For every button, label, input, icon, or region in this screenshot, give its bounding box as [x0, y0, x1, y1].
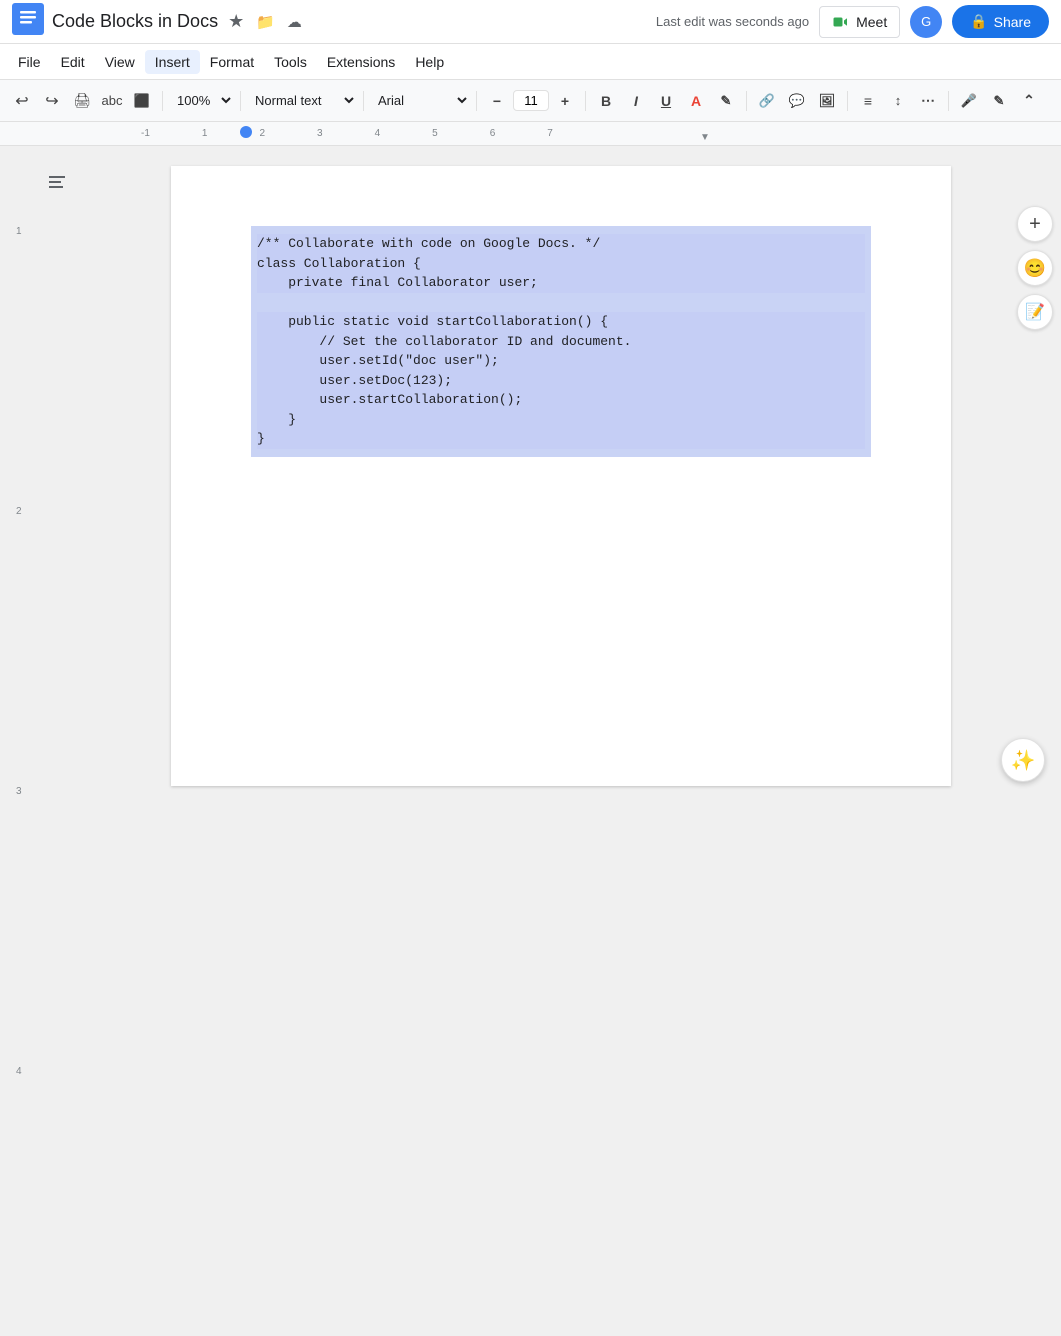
code-block[interactable]: /** Collaborate with code on Google Docs… [251, 226, 871, 457]
separator-8 [948, 91, 949, 111]
separator-7 [847, 91, 848, 111]
more-toolbar-button[interactable]: ⋯ [914, 87, 942, 115]
ruler-mark: 4 [375, 128, 381, 139]
decrease-font-button[interactable]: − [483, 87, 511, 115]
page-area[interactable]: 1 2 3 4 /** Collaborate with code on Goo… [113, 146, 1009, 798]
last-edit-text: Last edit was seconds ago [656, 14, 809, 29]
menu-insert[interactable]: Insert [145, 50, 200, 74]
feedback-action-button[interactable]: 📝 [1017, 294, 1053, 330]
expand-toolbar-button[interactable]: ⌃ [1015, 87, 1043, 115]
code-line-7: user.setId("doc user"); [257, 351, 865, 371]
align-button[interactable]: ≡ [854, 87, 882, 115]
increase-font-button[interactable]: + [551, 87, 579, 115]
highlight-color-button[interactable]: ✎ [712, 87, 740, 115]
text-style-select[interactable]: Normal text Title Subtitle Heading 1 [247, 90, 357, 111]
code-line-2: class Collaboration { [257, 254, 865, 274]
title-right-group: Last edit was seconds ago Meet G 🔒 Share [656, 5, 1049, 38]
folder-icon[interactable]: 📁 [256, 13, 275, 31]
redo-button[interactable]: ↪ [38, 87, 66, 115]
menu-view[interactable]: View [95, 50, 145, 74]
docs-app-icon [12, 3, 44, 40]
code-line-11: } [257, 429, 865, 449]
code-line-1: /** Collaborate with code on Google Docs… [257, 234, 865, 254]
star-icon[interactable]: ★ [228, 11, 244, 32]
document-outline-button[interactable] [41, 166, 73, 198]
title-bar: Code Blocks in Docs ★ 📁 ☁ Last edit was … [0, 0, 1061, 44]
ruler-mark: 3 [317, 128, 323, 139]
meet-button[interactable]: Meet [819, 6, 900, 38]
separator-4 [476, 91, 477, 111]
ruler: -1 1 2 3 4 5 6 7 ▼ [0, 122, 1061, 146]
share-button[interactable]: 🔒 Share [952, 5, 1049, 38]
separator-5 [585, 91, 586, 111]
underline-button[interactable]: U [652, 87, 680, 115]
assist-icon: ✨ [1011, 748, 1036, 773]
comment-button[interactable]: 💬 [783, 87, 811, 115]
voice-input-button[interactable]: 🎤 [955, 87, 983, 115]
link-button[interactable]: 🔗 [753, 87, 781, 115]
ruler-mark: 1 [202, 128, 208, 139]
code-line-4 [257, 293, 865, 313]
cloud-icon[interactable]: ☁ [287, 13, 302, 31]
separator-3 [363, 91, 364, 111]
italic-button[interactable]: I [622, 87, 650, 115]
separator-1 [162, 91, 163, 111]
avatar: G [910, 6, 942, 38]
main-area: 1 2 3 4 /** Collaborate with code on Goo… [0, 146, 1061, 798]
zoom-select[interactable]: 100% 75% 125% [169, 90, 234, 111]
bottom-right-area: ✨ [1001, 738, 1045, 782]
menu-extensions[interactable]: Extensions [317, 50, 405, 74]
share-lock-icon: 🔒 [970, 13, 987, 30]
font-size-group: − + [483, 87, 579, 115]
separator-2 [240, 91, 241, 111]
toolbar: ↩ ↪ 🖨 abc ⬛ 100% 75% 125% Normal text Ti… [0, 80, 1061, 122]
ruler-mark: 6 [490, 128, 496, 139]
menu-bar: File Edit View Insert Format Tools Exten… [0, 44, 1061, 80]
avatar-group: G [910, 6, 942, 38]
meet-label: Meet [856, 14, 887, 30]
emoji-icon: 😊 [1024, 258, 1046, 279]
menu-tools[interactable]: Tools [264, 50, 317, 74]
plus-icon: + [1029, 213, 1041, 236]
suggest-edit-button[interactable]: ✎ [985, 87, 1013, 115]
print-button[interactable]: 🖨 [68, 87, 96, 115]
ruler-triangle: ▼ [700, 132, 710, 143]
menu-format[interactable]: Format [200, 50, 264, 74]
ruler-mark: 2 [259, 128, 265, 139]
document-page: /** Collaborate with code on Google Docs… [171, 166, 951, 786]
share-label: Share [994, 14, 1031, 30]
code-line-10: } [257, 410, 865, 430]
code-line-6: // Set the collaborator ID and document. [257, 332, 865, 352]
menu-file[interactable]: File [8, 50, 51, 74]
code-line-8: user.setDoc(123); [257, 371, 865, 391]
spell-check-button[interactable]: abc [98, 87, 126, 115]
menu-help[interactable]: Help [405, 50, 454, 74]
ai-assist-button[interactable]: ✨ [1001, 738, 1045, 782]
bold-button[interactable]: B [592, 87, 620, 115]
tab-stop-indicator [240, 126, 252, 138]
separator-6 [746, 91, 747, 111]
feedback-icon: 📝 [1025, 302, 1045, 322]
code-line-3: private final Collaborator user; [257, 273, 865, 293]
code-line-5: public static void startCollaboration() … [257, 312, 865, 332]
text-color-button[interactable]: A [682, 87, 710, 115]
line-spacing-button[interactable]: ↕ [884, 87, 912, 115]
doc-title: Code Blocks in Docs [52, 11, 218, 32]
image-button[interactable]: 🖼 [813, 87, 841, 115]
menu-edit[interactable]: Edit [51, 50, 95, 74]
add-action-button[interactable]: + [1017, 206, 1053, 242]
right-sidebar: + 😊 📝 [1009, 146, 1061, 798]
undo-button[interactable]: ↩ [8, 87, 36, 115]
ruler-mark: 7 [547, 128, 553, 139]
ruler-mark: 5 [432, 128, 438, 139]
font-select[interactable]: Arial Times New Roman Courier New [370, 90, 470, 111]
paint-format-button[interactable]: ⬛ [128, 87, 156, 115]
ruler-content: -1 1 2 3 4 5 6 7 [113, 128, 1061, 139]
code-line-9: user.startCollaboration(); [257, 390, 865, 410]
emoji-action-button[interactable]: 😊 [1017, 250, 1053, 286]
font-size-input[interactable] [513, 90, 549, 111]
ruler-mark: -1 [141, 128, 150, 139]
